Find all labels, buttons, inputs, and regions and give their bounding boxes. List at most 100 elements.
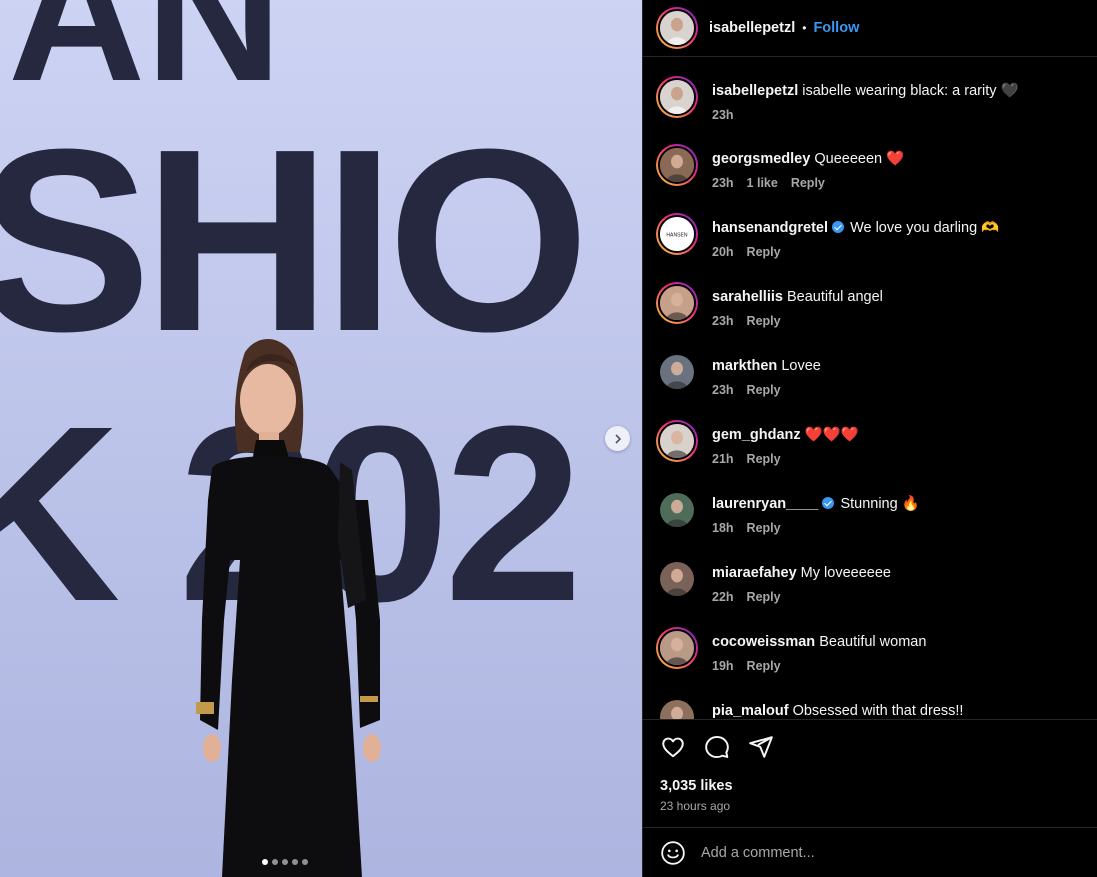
- comment-emoji: 🫶: [981, 220, 1000, 236]
- commenter-avatar-image: [660, 286, 694, 320]
- comment-text: Beautiful angel: [786, 289, 883, 305]
- comment-time: 23h: [712, 176, 734, 190]
- reply-button[interactable]: Reply: [747, 245, 781, 259]
- caption-time: 23h: [712, 108, 734, 122]
- comment-text: Beautiful woman: [819, 634, 927, 650]
- comment-likes[interactable]: 1 like: [747, 176, 778, 190]
- carousel-dot: [272, 859, 278, 865]
- heart-icon[interactable]: [660, 734, 686, 760]
- reply-button[interactable]: Reply: [747, 521, 781, 535]
- carousel-dot: [292, 859, 298, 865]
- comment-emoji: ❤️: [886, 151, 905, 167]
- commenter-avatar[interactable]: [656, 420, 698, 462]
- post-header: isabellepetzl • Follow: [643, 0, 1097, 57]
- comment-text-line: georgsmedley Queeeeen ❤️: [712, 150, 904, 168]
- caption-avatar-image: [660, 80, 694, 114]
- comment-time: 18h: [712, 521, 734, 535]
- commenter-avatar-image: [660, 148, 694, 182]
- carousel-dot: [262, 859, 268, 865]
- chevron-right-icon: [614, 433, 621, 444]
- comment-text: Queeeeen: [814, 151, 883, 167]
- commenter-avatar[interactable]: [656, 282, 698, 324]
- likes-count[interactable]: 3,035 likes: [660, 778, 733, 794]
- commenter-avatar-image: [660, 631, 694, 665]
- commenter-avatar-image: [660, 355, 694, 389]
- commenter-avatar[interactable]: HANSEN: [656, 213, 698, 255]
- comment-username[interactable]: cocoweissman: [712, 634, 815, 650]
- author-username[interactable]: isabellepetzl: [709, 20, 795, 36]
- commenter-avatar[interactable]: [656, 627, 698, 669]
- comment-input[interactable]: [701, 844, 1061, 861]
- commenter-avatar[interactable]: [656, 351, 698, 393]
- comment-text-line: cocoweissman Beautiful woman: [712, 633, 926, 651]
- comment-time: 23h: [712, 383, 734, 397]
- comment-text-line: gem_ghdanz ❤️❤️❤️: [712, 426, 859, 444]
- comment-text: Stunning: [840, 496, 898, 512]
- comment-username[interactable]: pia_malouf: [712, 703, 789, 719]
- caption-emoji: 🖤: [1000, 83, 1019, 99]
- smiley-icon[interactable]: [660, 840, 686, 866]
- carousel-dots: [262, 859, 308, 865]
- caption-item: isabellepetzl isabelle wearing black: a …: [656, 76, 1019, 122]
- carousel-dot: [282, 859, 288, 865]
- post-actions: 3,035 likes 23 hours ago: [643, 719, 1097, 827]
- post-media[interactable]: AN SHIO K 202: [0, 0, 642, 877]
- posted-time: 23 hours ago: [660, 799, 731, 813]
- comments-list[interactable]: isabellepetzl isabelle wearing black: a …: [643, 58, 1097, 719]
- comment-time: 21h: [712, 452, 734, 466]
- header-separator: •: [802, 21, 807, 35]
- post-photo: AN SHIO K 202: [0, 0, 642, 877]
- comment-text-line: laurenryan____ Stunning 🔥: [712, 495, 920, 513]
- commenter-avatar[interactable]: [656, 144, 698, 186]
- reply-button[interactable]: Reply: [747, 383, 781, 397]
- verified-badge-icon: [832, 221, 845, 233]
- commenter-avatar-image: [660, 493, 694, 527]
- post-side-panel: isabellepetzl • Follow isabellepetzl isa…: [642, 0, 1097, 877]
- comment-time: 20h: [712, 245, 734, 259]
- author-avatar[interactable]: [656, 7, 698, 49]
- commenter-avatar[interactable]: [656, 558, 698, 600]
- comment-text-line: markthen Lovee: [712, 357, 821, 375]
- comment-item: gem_ghdanz ❤️❤️❤️ 21h Reply: [656, 420, 859, 466]
- comment-time: 22h: [712, 590, 734, 604]
- comment-username[interactable]: markthen: [712, 358, 777, 374]
- share-icon[interactable]: [748, 734, 774, 760]
- verified-badge-icon: [822, 497, 835, 509]
- comment-item: pia_malouf Obsessed with that dress!!: [656, 696, 963, 719]
- commenter-avatar[interactable]: [656, 489, 698, 531]
- comment-emoji: 🔥: [901, 496, 920, 512]
- banner-row-2: SHIO: [0, 96, 582, 386]
- comment-item: sarahelliis Beautiful angel 23h Reply: [656, 282, 883, 328]
- comment-username[interactable]: gem_ghdanz: [712, 427, 801, 443]
- reply-button[interactable]: Reply: [791, 176, 825, 190]
- commenter-avatar-image: [660, 700, 694, 719]
- comment-item: georgsmedley Queeeeen ❤️ 23h 1 like Reply: [656, 144, 904, 190]
- comment-username[interactable]: hansenandgretel: [712, 220, 828, 236]
- comment-text-line: pia_malouf Obsessed with that dress!!: [712, 702, 963, 719]
- comment-username[interactable]: laurenryan____: [712, 496, 818, 512]
- comment-text: My loveeeeee: [800, 565, 891, 581]
- comment-username[interactable]: miaraefahey: [712, 565, 797, 581]
- reply-button[interactable]: Reply: [747, 452, 781, 466]
- comment-item: laurenryan____ Stunning 🔥 18h Reply: [656, 489, 920, 535]
- commenter-avatar-image: [660, 562, 694, 596]
- commenter-avatar-image: [660, 424, 694, 458]
- comment-time: 19h: [712, 659, 734, 673]
- comment-item: HANSEN hansenandgretel We love you darlin…: [656, 213, 999, 259]
- comment-text-line: sarahelliis Beautiful angel: [712, 288, 883, 306]
- reply-button[interactable]: Reply: [747, 659, 781, 673]
- comment-icon[interactable]: [704, 734, 730, 760]
- comment-username[interactable]: georgsmedley: [712, 151, 810, 167]
- commenter-avatar-logo: HANSEN: [666, 233, 688, 239]
- comment-text-line: hansenandgretel We love you darling 🫶: [712, 219, 999, 237]
- reply-button[interactable]: Reply: [747, 590, 781, 604]
- comment-item: markthen Lovee 23h Reply: [656, 351, 821, 397]
- caption-avatar[interactable]: [656, 76, 698, 118]
- follow-button[interactable]: Follow: [813, 20, 859, 36]
- commenter-avatar[interactable]: [656, 696, 698, 719]
- comment-text: We love you darling: [850, 220, 978, 236]
- caption-username[interactable]: isabellepetzl: [712, 83, 798, 99]
- comment-username[interactable]: sarahelliis: [712, 289, 783, 305]
- reply-button[interactable]: Reply: [747, 314, 781, 328]
- carousel-next-button[interactable]: [605, 426, 630, 451]
